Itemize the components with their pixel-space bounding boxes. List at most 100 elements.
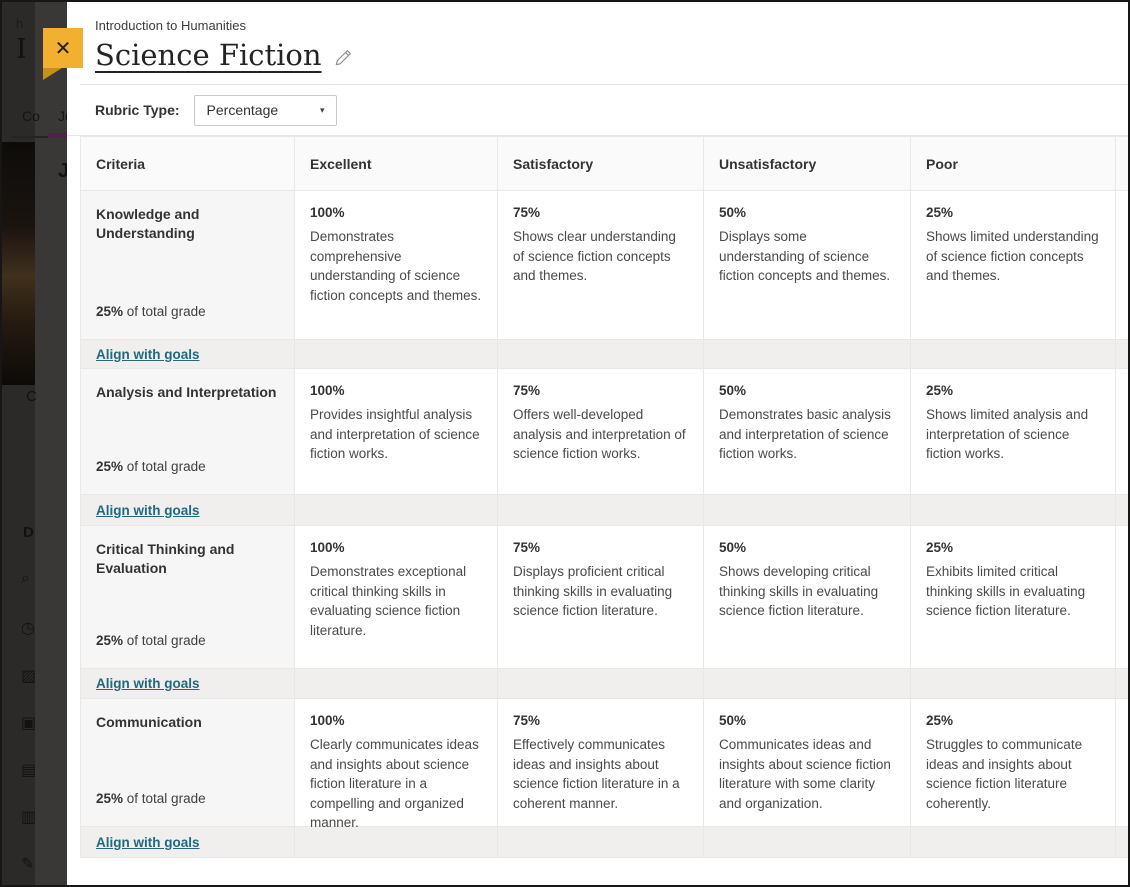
level-cell[interactable]: 100% Demonstrates exceptional critical th…	[295, 526, 498, 669]
level-cell[interactable]: 25%Shows limited understanding of scienc…	[911, 191, 1116, 340]
book-icon: ▥	[21, 807, 36, 827]
criterion-cell[interactable]: Analysis and Interpretation 25% of total…	[81, 369, 295, 495]
rubric-type-label: Rubric Type:	[95, 102, 180, 118]
pencil-icon: ✎	[21, 854, 34, 874]
level-percent: 50%	[719, 383, 895, 398]
level-cell[interactable]: 50% Communicates ideas and insights about…	[704, 699, 911, 827]
level-cell[interactable]: 100%Clearly communicates ideas and insig…	[295, 699, 498, 827]
level-percent: 25%	[926, 383, 1100, 398]
level-cell[interactable]: 25%Shows limited analysis and interpreta…	[911, 369, 1116, 495]
close-panel-button[interactable]: ✕	[43, 28, 83, 68]
level-description: Exhibits limited critical thinking skill…	[926, 562, 1100, 621]
criterion-name: Critical Thinking and Evaluation	[96, 540, 279, 578]
criterion-name: Knowledge and Understanding	[96, 205, 279, 243]
level-description: Clearly communicates ideas and insights …	[310, 735, 482, 833]
rubric-type-value: Percentage	[207, 102, 279, 118]
level-cell[interactable]: 100% Provides insightful analysis and int…	[295, 369, 498, 495]
close-icon: ✕	[55, 36, 72, 61]
level-description: Effectively communicates ideas and insig…	[513, 735, 688, 813]
breadcrumb-course-name: Introduction to Humanities	[95, 18, 1128, 33]
criterion-cell[interactable]: Communication 25% of total grade	[81, 699, 295, 827]
level-percent: 100%	[310, 205, 482, 220]
screenshot-frame: h I Co Jo J C D ⌕ ◷ ▨ ▣ ▤ ▥ ✎ ✕ Introduc…	[0, 0, 1130, 887]
align-goals-cell: Align with goals	[81, 827, 295, 858]
level-cell[interactable]: 75%Displays proficient critical thinking…	[498, 526, 704, 669]
level-description: Demonstrates exceptional critical thinki…	[310, 562, 482, 640]
level-percent: 100%	[310, 540, 482, 555]
column-header-unsatisfactory: Unsatisfactory	[704, 137, 911, 191]
align-goals-spacer	[1116, 340, 1130, 369]
lock-icon: ▣	[21, 713, 36, 733]
align-with-goals-link[interactable]: Align with goals	[96, 676, 200, 691]
criterion-weight: 25% of total grade	[96, 633, 279, 648]
column-header-cutoff	[1116, 137, 1130, 191]
level-cell-cutoff	[1116, 369, 1130, 495]
align-goals-spacer	[1116, 495, 1130, 526]
align-goals-spacer	[704, 827, 911, 858]
chevron-down-icon: ▾	[320, 105, 325, 116]
criterion-weight: 25% of total grade	[96, 459, 279, 474]
image-icon: ▨	[21, 666, 36, 686]
rubric-panel: Introduction to Humanities Science Ficti…	[67, 2, 1128, 885]
search-icon: ⌕	[21, 570, 30, 588]
background-banner-image	[2, 142, 35, 385]
align-goals-cell: Align with goals	[81, 340, 295, 369]
dimmed-background-page: h I Co Jo J C D ⌕ ◷ ▨ ▣ ▤ ▥ ✎	[2, 2, 67, 885]
document-icon: ▤	[21, 760, 36, 780]
criterion-cell[interactable]: Critical Thinking and Evaluation 25% of …	[81, 526, 295, 669]
level-percent: 25%	[926, 205, 1100, 220]
level-cell[interactable]: 50%Displays some understanding of scienc…	[704, 191, 911, 340]
align-goals-spacer	[911, 495, 1116, 526]
criterion-weight: 25% of total grade	[96, 791, 279, 806]
level-cell-cutoff	[1116, 526, 1130, 669]
level-cell[interactable]: 25%Exhibits limited critical thinking sk…	[911, 526, 1116, 669]
align-with-goals-link[interactable]: Align with goals	[96, 347, 200, 362]
column-header-criteria: Criteria	[81, 137, 295, 191]
align-goals-spacer	[1116, 827, 1130, 858]
align-goals-spacer	[498, 827, 704, 858]
rubric-title: Science Fiction	[95, 38, 322, 72]
background-text-fragment: h	[16, 16, 23, 31]
align-goals-spacer	[704, 669, 911, 699]
criterion-name: Communication	[96, 713, 279, 732]
level-cell[interactable]: 25%Struggles to communicate ideas and in…	[911, 699, 1116, 827]
background-text-fragment: C	[26, 388, 37, 405]
active-tab-indicator	[48, 133, 67, 138]
align-goals-spacer	[911, 827, 1116, 858]
level-description: Communicates ideas and insights about sc…	[719, 735, 895, 813]
level-percent: 100%	[310, 383, 482, 398]
level-cell[interactable]: 75%Shows clear understanding of science …	[498, 191, 704, 340]
clock-icon: ◷	[21, 618, 35, 638]
background-shade	[2, 2, 35, 885]
level-cell[interactable]: 100%Demonstrates comprehensive understan…	[295, 191, 498, 340]
column-header-excellent: Excellent	[295, 137, 498, 191]
edit-title-icon[interactable]	[335, 48, 353, 66]
align-goals-spacer	[1116, 669, 1130, 699]
panel-header: Introduction to Humanities Science Ficti…	[67, 2, 1128, 84]
criterion-cell[interactable]: Knowledge and Understanding 25% of total…	[81, 191, 295, 340]
level-cell-cutoff	[1116, 191, 1130, 340]
level-percent: 50%	[719, 713, 895, 728]
level-description: Displays some understanding of science f…	[719, 227, 895, 286]
level-cell[interactable]: 50%Shows developing critical thinking sk…	[704, 526, 911, 669]
level-percent: 100%	[310, 713, 482, 728]
align-goals-spacer	[295, 827, 498, 858]
background-text-fragment: D	[23, 524, 34, 541]
level-percent: 75%	[513, 540, 688, 555]
align-goals-spacer	[498, 340, 704, 369]
level-cell[interactable]: 50%Demonstrates basic analysis and inter…	[704, 369, 911, 495]
level-percent: 25%	[926, 713, 1100, 728]
criterion-weight: 25% of total grade	[96, 304, 279, 319]
level-cell[interactable]: 75%Effectively communicates ideas and in…	[498, 699, 704, 827]
background-heading-fragment: I	[16, 34, 27, 65]
level-description: Provides insightful analysis and interpr…	[310, 405, 482, 464]
align-with-goals-link[interactable]: Align with goals	[96, 835, 200, 850]
align-goals-spacer	[498, 495, 704, 526]
rubric-type-select[interactable]: Percentage ▾	[194, 95, 337, 126]
level-cell[interactable]: 75%Offers well-developed analysis and in…	[498, 369, 704, 495]
level-description: Offers well-developed analysis and inter…	[513, 405, 688, 464]
align-goals-spacer	[295, 340, 498, 369]
rubric-table: Criteria Excellent Satisfactory Unsatisf…	[80, 136, 1128, 858]
align-with-goals-link[interactable]: Align with goals	[96, 503, 200, 518]
level-description: Shows developing critical thinking skill…	[719, 562, 895, 621]
